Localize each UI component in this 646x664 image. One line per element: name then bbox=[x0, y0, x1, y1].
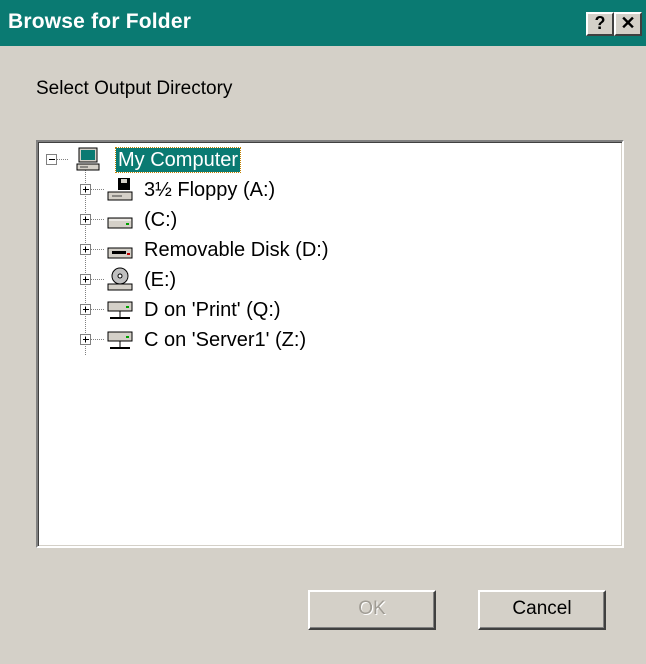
close-icon: ✕ bbox=[620, 13, 636, 33]
browse-for-folder-dialog: Browse for Folder ? ✕ Select Output Dire… bbox=[0, 0, 646, 664]
cd-drive-icon bbox=[107, 267, 133, 291]
floppy-drive-icon bbox=[107, 178, 133, 201]
network-drive-icon bbox=[107, 301, 133, 319]
help-icon: ? bbox=[594, 13, 606, 33]
title-bar[interactable]: Browse for Folder ? ✕ bbox=[0, 0, 646, 46]
tree-root-label: My Computer bbox=[114, 147, 242, 173]
removable-disk-icon bbox=[107, 247, 133, 259]
tree-item-label: Removable Disk (D:) bbox=[144, 239, 329, 261]
close-button[interactable]: ✕ bbox=[614, 12, 642, 36]
ok-button[interactable]: OK bbox=[308, 590, 436, 630]
window-title: Browse for Folder bbox=[8, 10, 192, 33]
tree-item-drive-c[interactable]: (C:) bbox=[38, 206, 598, 236]
cancel-button[interactable]: Cancel bbox=[478, 590, 606, 630]
computer-icon bbox=[76, 147, 100, 171]
tree-item-cd-e[interactable]: (E:) bbox=[38, 266, 598, 296]
network-drive-icon bbox=[107, 331, 133, 349]
tree-item-network-z[interactable]: C on 'Server1' (Z:) bbox=[38, 326, 598, 356]
tree-item-floppy-a[interactable]: 3½ Floppy (A:) bbox=[38, 176, 598, 206]
hard-drive-icon bbox=[107, 217, 133, 229]
tree-item-label: (E:) bbox=[144, 269, 177, 291]
tree-item-label: C on 'Server1' (Z:) bbox=[144, 329, 307, 351]
tree-item-label: 3½ Floppy (A:) bbox=[144, 179, 276, 201]
help-button[interactable]: ? bbox=[586, 12, 614, 36]
tree-item-removable-d[interactable]: Removable Disk (D:) bbox=[38, 236, 598, 266]
tree-item-label: D on 'Print' (Q:) bbox=[144, 299, 281, 321]
instruction-text: Select Output Directory bbox=[36, 78, 233, 99]
tree-root-my-computer[interactable]: My Computer bbox=[38, 146, 598, 176]
tree-item-label: (C:) bbox=[144, 209, 178, 231]
folder-tree[interactable]: My Computer 3½ Floppy (A:) (C:) Removabl… bbox=[36, 140, 624, 548]
tree-item-network-q[interactable]: D on 'Print' (Q:) bbox=[38, 296, 598, 326]
